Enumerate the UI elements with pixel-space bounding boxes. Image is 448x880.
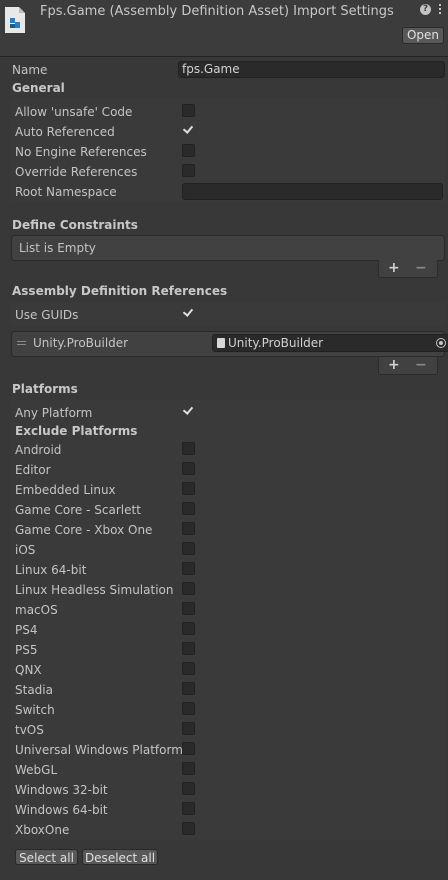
platform-checkbox[interactable] <box>182 462 195 475</box>
assembly-definition-icon <box>5 7 25 33</box>
platform-label: macOS <box>15 603 58 617</box>
drag-handle-icon[interactable] <box>17 341 26 347</box>
add-reference-button[interactable]: + <box>388 358 400 372</box>
platform-checkbox[interactable] <box>182 722 195 735</box>
override-references-checkbox[interactable] <box>182 164 195 177</box>
platforms-heading: Platforms <box>12 382 78 396</box>
name-field[interactable]: fps.Game <box>178 61 445 78</box>
root-namespace-field[interactable] <box>182 183 443 200</box>
no-engine-references-checkbox[interactable] <box>182 144 195 157</box>
platform-checkbox[interactable] <box>182 582 195 595</box>
root-namespace-label: Root Namespace <box>15 185 117 199</box>
use-guids-label: Use GUIDs <box>15 308 79 322</box>
reference-object-field[interactable]: Unity.ProBuilder <box>212 334 448 352</box>
assembly-references-list: Unity.ProBuilder Unity.ProBuilder <box>11 331 448 357</box>
platform-checkbox[interactable] <box>182 482 195 495</box>
name-label: Name <box>12 63 48 77</box>
override-references-label: Override References <box>15 165 138 179</box>
platform-checkbox[interactable] <box>182 602 195 615</box>
platform-checkbox[interactable] <box>182 762 195 775</box>
inspector-header: Fps.Game (Assembly Definition Asset) Imp… <box>0 0 448 56</box>
assembly-references-heading: Assembly Definition References <box>12 284 228 298</box>
define-constraints-footer: + − <box>378 260 438 278</box>
general-heading: General <box>12 81 65 95</box>
no-engine-references-label: No Engine References <box>15 145 147 159</box>
open-button[interactable]: Open <box>402 27 444 44</box>
auto-referenced-label: Auto Referenced <box>15 125 115 139</box>
remove-reference-button[interactable]: − <box>415 358 427 372</box>
deselect-all-button[interactable]: Deselect all <box>82 849 158 865</box>
add-constraint-button[interactable]: + <box>388 261 400 275</box>
object-picker-icon[interactable] <box>436 338 446 348</box>
platform-checkbox[interactable] <box>182 562 195 575</box>
platform-label: Universal Windows Platform <box>15 743 183 757</box>
platform-checkbox[interactable] <box>182 802 195 815</box>
platform-checkbox[interactable] <box>182 702 195 715</box>
platform-label: Linux Headless Simulation <box>15 583 174 597</box>
platform-label: XboxOne <box>15 823 70 837</box>
platform-label: PS5 <box>15 643 38 657</box>
list-empty-text: List is Empty <box>19 241 96 255</box>
platform-label: Game Core - Xbox One <box>15 523 153 537</box>
platform-label: tvOS <box>15 723 44 737</box>
platform-checkbox[interactable] <box>182 782 195 795</box>
platform-label: Windows 64-bit <box>15 803 108 817</box>
platform-label: Stadia <box>15 683 53 697</box>
platform-label: Switch <box>15 703 55 717</box>
remove-constraint-button[interactable]: − <box>415 261 427 275</box>
platform-label: QNX <box>15 663 42 677</box>
platform-checkbox[interactable] <box>182 522 195 535</box>
select-all-button[interactable]: Select all <box>15 849 78 865</box>
allow-unsafe-label: Allow 'unsafe' Code <box>15 105 133 119</box>
any-platform-label: Any Platform <box>15 406 93 420</box>
window-title: Fps.Game (Assembly Definition Asset) Imp… <box>40 4 394 19</box>
assembly-references-footer: + − <box>378 357 438 375</box>
reference-item-label: Unity.ProBuilder <box>33 336 129 350</box>
asset-file-icon <box>217 338 225 348</box>
help-icon[interactable]: ? <box>420 4 431 15</box>
define-constraints-heading: Define Constraints <box>12 218 138 232</box>
platform-checkbox[interactable] <box>182 642 195 655</box>
auto-referenced-checkbox[interactable] <box>182 124 195 137</box>
platform-checkbox[interactable] <box>182 682 195 695</box>
platform-checkbox[interactable] <box>182 442 195 455</box>
platform-label: Android <box>15 443 62 457</box>
define-constraints-list: List is Empty <box>11 235 445 261</box>
platform-checkbox[interactable] <box>182 662 195 675</box>
platform-checkbox[interactable] <box>182 822 195 835</box>
use-guids-checkbox[interactable] <box>182 307 195 320</box>
platform-checkbox[interactable] <box>182 542 195 555</box>
platform-label: Windows 32-bit <box>15 783 108 797</box>
platform-label: Game Core - Scarlett <box>15 503 141 517</box>
platform-checkbox[interactable] <box>182 742 195 755</box>
platform-label: PS4 <box>15 623 38 637</box>
platform-checkbox[interactable] <box>182 502 195 515</box>
header-divider <box>0 56 448 57</box>
platform-label: Embedded Linux <box>15 483 116 497</box>
platform-label: Linux 64-bit <box>15 563 87 577</box>
platform-label: WebGL <box>15 763 58 777</box>
any-platform-checkbox[interactable] <box>182 405 195 418</box>
allow-unsafe-checkbox[interactable] <box>182 104 195 117</box>
platform-label: Editor <box>15 463 51 477</box>
platform-label: iOS <box>15 543 36 557</box>
platforms-section <box>11 400 445 840</box>
platform-checkbox[interactable] <box>182 622 195 635</box>
reference-object-value: Unity.ProBuilder <box>228 336 324 350</box>
exclude-platforms-heading: Exclude Platforms <box>15 424 138 438</box>
kebab-menu-icon[interactable] <box>438 4 442 16</box>
